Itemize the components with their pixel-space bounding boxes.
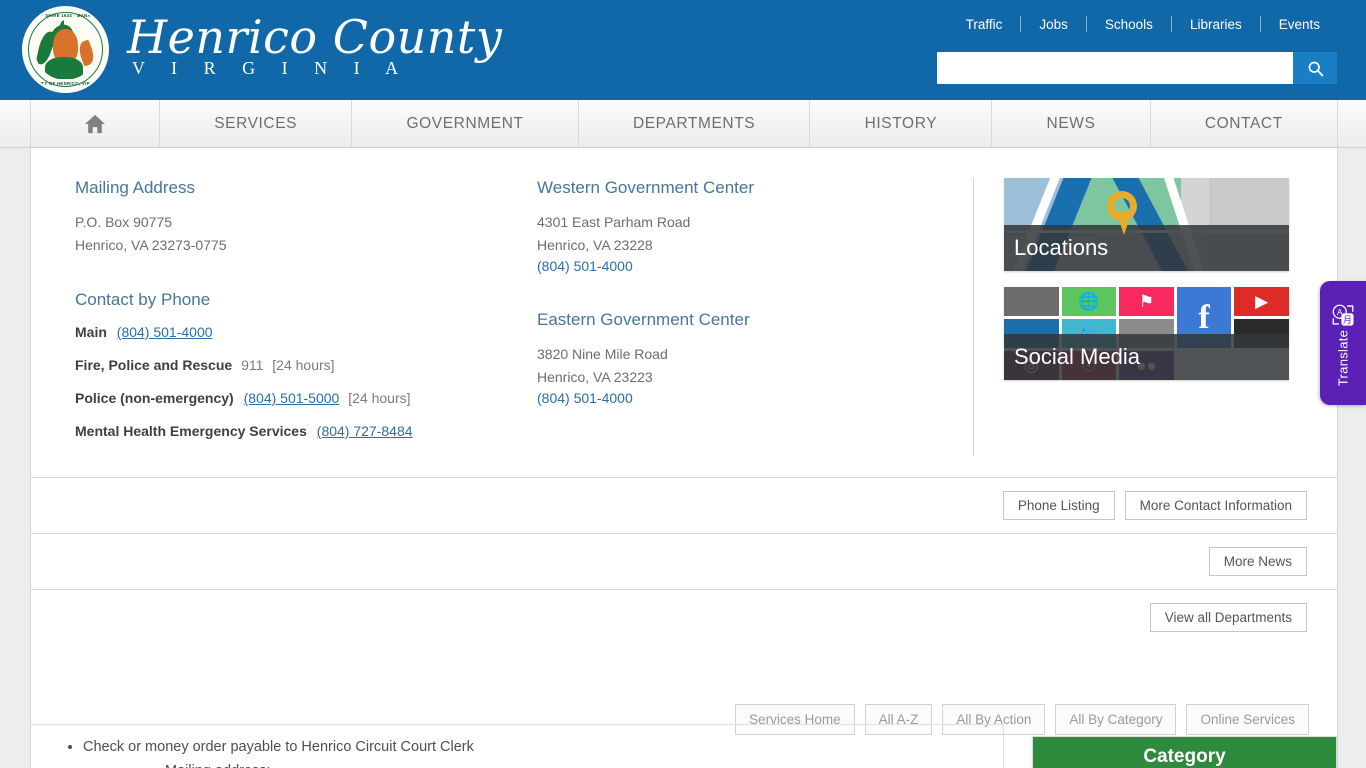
category-heading: Category [1033, 737, 1336, 768]
svg-text:月: 月 [1343, 315, 1352, 326]
social-media-tile[interactable]: 🌐 ⚑ f ▶ 🐦 ◎ ☉ ●● Social Media [1004, 287, 1289, 380]
main-nav: SERVICES GOVERNMENT DEPARTMENTS HISTORY … [0, 100, 1366, 148]
more-contact-information-button[interactable]: More Contact Information [1124, 491, 1307, 520]
phone-label: Fire, Police and Rescue [75, 357, 233, 373]
phone-number[interactable]: (804) 501-5000 [244, 390, 340, 406]
nav-item-news[interactable]: NEWS [992, 100, 1151, 147]
translate-tab[interactable]: A 月 Translate [1320, 281, 1366, 405]
phone-note: [24 hours] [348, 390, 411, 406]
mailing-address-line2: Henrico, VA 23273-0775 [75, 237, 227, 253]
youtube-icon: ▶ [1234, 287, 1289, 316]
utility-link-jobs[interactable]: Jobs [1021, 17, 1086, 32]
globe-icon: 🌐 [1061, 287, 1117, 316]
search-input[interactable] [937, 52, 1293, 84]
translate-icon: A 月 [1332, 304, 1354, 326]
eastern-line2: Henrico, VA 23223 [537, 369, 653, 385]
county-seal-icon: CITY 1611 · SHIRE 1634 · MANAGER 1934 CO… [22, 6, 109, 93]
mailing-address-heading[interactable]: Mailing Address [75, 178, 535, 198]
page-body: Services Home All A-Z All By Action All … [0, 148, 1366, 768]
locations-tile-caption: Locations [1004, 225, 1289, 271]
nav-item-government[interactable]: GOVERNMENT [352, 100, 579, 147]
phone-label: Police (non-emergency) [75, 390, 234, 406]
phone-row-police-non-emergency: Police (non-emergency) (804) 501-5000 [2… [75, 390, 535, 406]
phone-note: [24 hours] [272, 357, 335, 373]
list-item: Check or money order payable to Henrico … [83, 735, 983, 768]
utility-link-events[interactable]: Events [1261, 17, 1338, 32]
utility-link-libraries[interactable]: Libraries [1172, 17, 1260, 32]
more-news-button[interactable]: More News [1208, 547, 1307, 576]
list-item-text: Check or money order payable to Henrico … [83, 739, 474, 755]
contact-column-middle: Western Government Center 4301 East Parh… [535, 178, 965, 456]
foursquare-icon: ⚑ [1119, 287, 1174, 316]
search-button[interactable] [1293, 52, 1337, 84]
site-logo[interactable]: CITY 1611 · SHIRE 1634 · MANAGER 1934 CO… [22, 6, 502, 93]
eastern-line1: 3820 Nine Mile Road [537, 346, 668, 362]
social-media-tile-caption: Social Media [1004, 334, 1289, 380]
mailing-address-line1: P.O. Box 90775 [75, 214, 173, 230]
nav-item-services[interactable]: SERVICES [160, 100, 353, 147]
home-icon [85, 114, 105, 133]
seal-text-top: CITY 1611 · SHIRE 1634 · MANAGER 1934 [22, 13, 109, 18]
phone-row-mental-health: Mental Health Emergency Services (804) 7… [75, 423, 535, 439]
contact-column-left: Mailing Address P.O. Box 90775 Henrico, … [75, 178, 535, 456]
western-line2: Henrico, VA 23228 [537, 237, 653, 253]
nav-item-contact[interactable]: CONTACT [1150, 100, 1338, 147]
eastern-phone[interactable]: (804) 501-4000 [537, 390, 633, 406]
news-row: More News [31, 534, 1337, 590]
contact-buttons-row: Phone Listing More Contact Information [31, 478, 1337, 534]
western-phone[interactable]: (804) 501-4000 [537, 258, 633, 274]
sidebar: Category Courts [1004, 724, 1337, 768]
contact-block: Mailing Address P.O. Box 90775 Henrico, … [31, 148, 1337, 478]
search-form [937, 52, 1337, 84]
nav-item-home[interactable] [30, 100, 160, 147]
phone-listing-button[interactable]: Phone Listing [1002, 491, 1115, 520]
eastern-government-center-heading[interactable]: Eastern Government Center [537, 310, 965, 330]
sm-cell-blank [1004, 287, 1059, 316]
search-icon [1308, 61, 1323, 76]
document-list: Check or money order payable to Henrico … [61, 735, 983, 768]
seal-text-bottom: COUNTY OF HENRICO, VIRGINIA [27, 81, 104, 86]
nav-item-departments[interactable]: DEPARTMENTS [578, 100, 811, 147]
utility-nav: Traffic Jobs Schools Libraries Events [948, 16, 1338, 32]
phone-number[interactable]: (804) 727-8484 [317, 423, 413, 439]
contact-column-right: Locations 🌐 ⚑ f ▶ 🐦 Social Media [973, 178, 1297, 456]
western-line1: 4301 East Parham Road [537, 214, 691, 230]
phone-number[interactable]: (804) 501-4000 [117, 324, 213, 340]
phone-label: Main [75, 324, 107, 340]
western-government-center-heading[interactable]: Western Government Center [537, 178, 965, 198]
document-content: Check or money order payable to Henrico … [31, 724, 1004, 768]
phone-number-plain: 911 [241, 357, 264, 373]
mailing-address-label: Mailing address: [83, 759, 983, 768]
translate-label: Translate [1335, 329, 1351, 387]
utility-link-traffic[interactable]: Traffic [948, 17, 1021, 32]
locations-tile[interactable]: Locations [1004, 178, 1289, 271]
nav-item-history[interactable]: HISTORY [810, 100, 993, 147]
category-box: Category Courts [1032, 736, 1337, 768]
site-header: CITY 1611 · SHIRE 1634 · MANAGER 1934 CO… [0, 0, 1366, 100]
site-title: Henrico County [127, 10, 503, 64]
phone-row-fire-police-rescue: Fire, Police and Rescue 911 [24 hours] [75, 357, 535, 373]
phone-row-main: Main (804) 501-4000 [75, 324, 535, 340]
contact-by-phone-heading[interactable]: Contact by Phone [75, 290, 535, 310]
departments-row: View all Departments [31, 590, 1337, 645]
view-all-departments-button[interactable]: View all Departments [1149, 603, 1307, 632]
map-pin-icon [1106, 191, 1137, 236]
contact-panel: Mailing Address P.O. Box 90775 Henrico, … [30, 148, 1338, 645]
utility-link-schools[interactable]: Schools [1087, 17, 1171, 32]
phone-label: Mental Health Emergency Services [75, 423, 307, 439]
